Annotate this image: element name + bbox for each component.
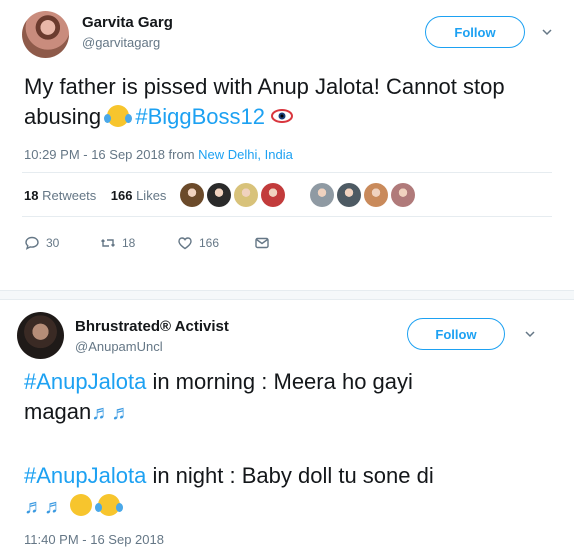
tweet-body: My father is pissed with Anup Jalota! Ca… bbox=[24, 74, 505, 129]
tweet-text: #AnupJalota in night : Baby doll tu sone… bbox=[24, 461, 564, 522]
retweets-count[interactable]: 18 bbox=[24, 188, 38, 203]
tweet-body-line: magan bbox=[24, 399, 92, 424]
hashtag-link[interactable]: #AnupJalota bbox=[24, 369, 146, 394]
reply-icon bbox=[25, 236, 39, 250]
liker-avatar[interactable] bbox=[207, 183, 231, 207]
display-name[interactable]: Bhrustrated® Activist bbox=[75, 318, 229, 335]
avatar[interactable] bbox=[22, 11, 69, 58]
timestamp-text: 10:29 PM - 16 Sep 2018 from bbox=[24, 147, 199, 162]
liker-avatar[interactable] bbox=[234, 183, 258, 207]
user-handle[interactable]: @AnupamUncl bbox=[75, 339, 163, 354]
tweet-timestamp: 10:29 PM - 16 Sep 2018 from New Delhi, I… bbox=[24, 147, 293, 162]
divider bbox=[22, 172, 552, 173]
chevron-down-icon[interactable] bbox=[524, 328, 536, 340]
avatar[interactable] bbox=[17, 312, 64, 359]
like-button[interactable]: 166 bbox=[177, 234, 219, 252]
tweet-body-line: in night : Baby doll tu sone di bbox=[146, 463, 434, 488]
envelope-icon bbox=[255, 237, 269, 249]
liker-avatar[interactable] bbox=[180, 183, 204, 207]
tweet-timestamp: 11:40 PM - 16 Sep 2018 bbox=[24, 532, 164, 547]
tweet-text: My father is pissed with Anup Jalota! Ca… bbox=[24, 72, 564, 132]
chevron-down-icon[interactable] bbox=[541, 26, 553, 38]
reply-button[interactable]: 30 bbox=[24, 234, 59, 252]
follow-button[interactable]: Follow bbox=[407, 318, 505, 350]
engagement-stats: 18 Retweets 166 Likes bbox=[24, 188, 166, 203]
retweet-count: 18 bbox=[122, 236, 136, 250]
eye-emoji-icon bbox=[271, 109, 294, 123]
music-notes-emoji-icon: ♬♬ bbox=[24, 496, 64, 518]
tears-of-joy-emoji-icon bbox=[95, 494, 124, 516]
tweet-body-line: in morning : Meera ho gayi bbox=[146, 369, 413, 394]
reply-count: 30 bbox=[46, 236, 60, 250]
liker-avatar[interactable] bbox=[364, 183, 388, 207]
like-count: 166 bbox=[199, 236, 220, 250]
retweet-button[interactable]: 18 bbox=[100, 234, 135, 252]
retweet-icon bbox=[101, 239, 115, 247]
tweet-separator bbox=[0, 290, 574, 300]
liker-avatar[interactable] bbox=[391, 183, 415, 207]
music-notes-emoji-icon: ♬♬ bbox=[91, 402, 132, 424]
likes-count[interactable]: 166 bbox=[111, 188, 133, 203]
heart-icon bbox=[178, 237, 192, 250]
retweets-label[interactable]: Retweets bbox=[42, 188, 96, 203]
liker-avatar[interactable] bbox=[337, 183, 361, 207]
display-name[interactable]: Garvita Garg bbox=[82, 14, 173, 31]
tears-of-joy-emoji-icon bbox=[104, 105, 133, 127]
user-handle[interactable]: @garvitagarg bbox=[82, 35, 160, 50]
grinning-emoji-icon bbox=[70, 494, 93, 516]
tweet-card: Garvita Garg @garvitagarg Follow My fath… bbox=[0, 0, 574, 290]
tweet-text: #AnupJalota in morning : Meera ho gayi m… bbox=[24, 367, 564, 428]
hashtag-link[interactable]: #AnupJalota bbox=[24, 463, 146, 488]
liker-avatars[interactable] bbox=[180, 183, 418, 207]
liker-avatar[interactable] bbox=[310, 183, 334, 207]
location-link[interactable]: New Delhi, India bbox=[198, 147, 293, 162]
likes-label[interactable]: Likes bbox=[136, 188, 166, 203]
liker-avatar[interactable] bbox=[261, 183, 285, 207]
hashtag-link[interactable]: #BiggBoss12 bbox=[135, 104, 265, 129]
message-button[interactable] bbox=[254, 234, 270, 252]
divider bbox=[22, 216, 552, 217]
follow-button[interactable]: Follow bbox=[425, 16, 525, 48]
